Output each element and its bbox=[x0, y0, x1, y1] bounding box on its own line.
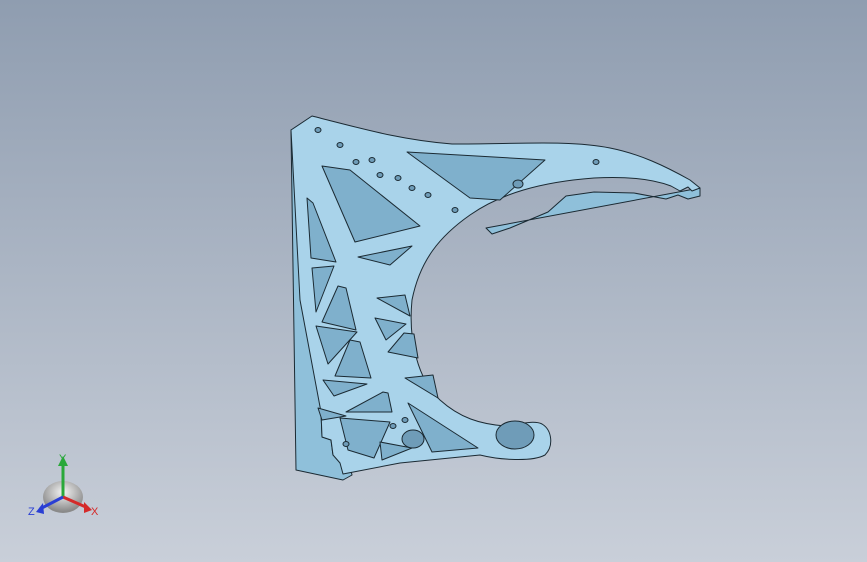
graphics-viewport[interactable]: Y X Z bbox=[0, 0, 867, 562]
triad-x-label: X bbox=[91, 506, 99, 518]
viewport-background bbox=[0, 0, 867, 562]
triad-y-label: Y bbox=[59, 453, 67, 465]
triad-z-label: Z bbox=[28, 506, 35, 518]
viewport-canvas[interactable]: Y X Z bbox=[0, 0, 867, 562]
